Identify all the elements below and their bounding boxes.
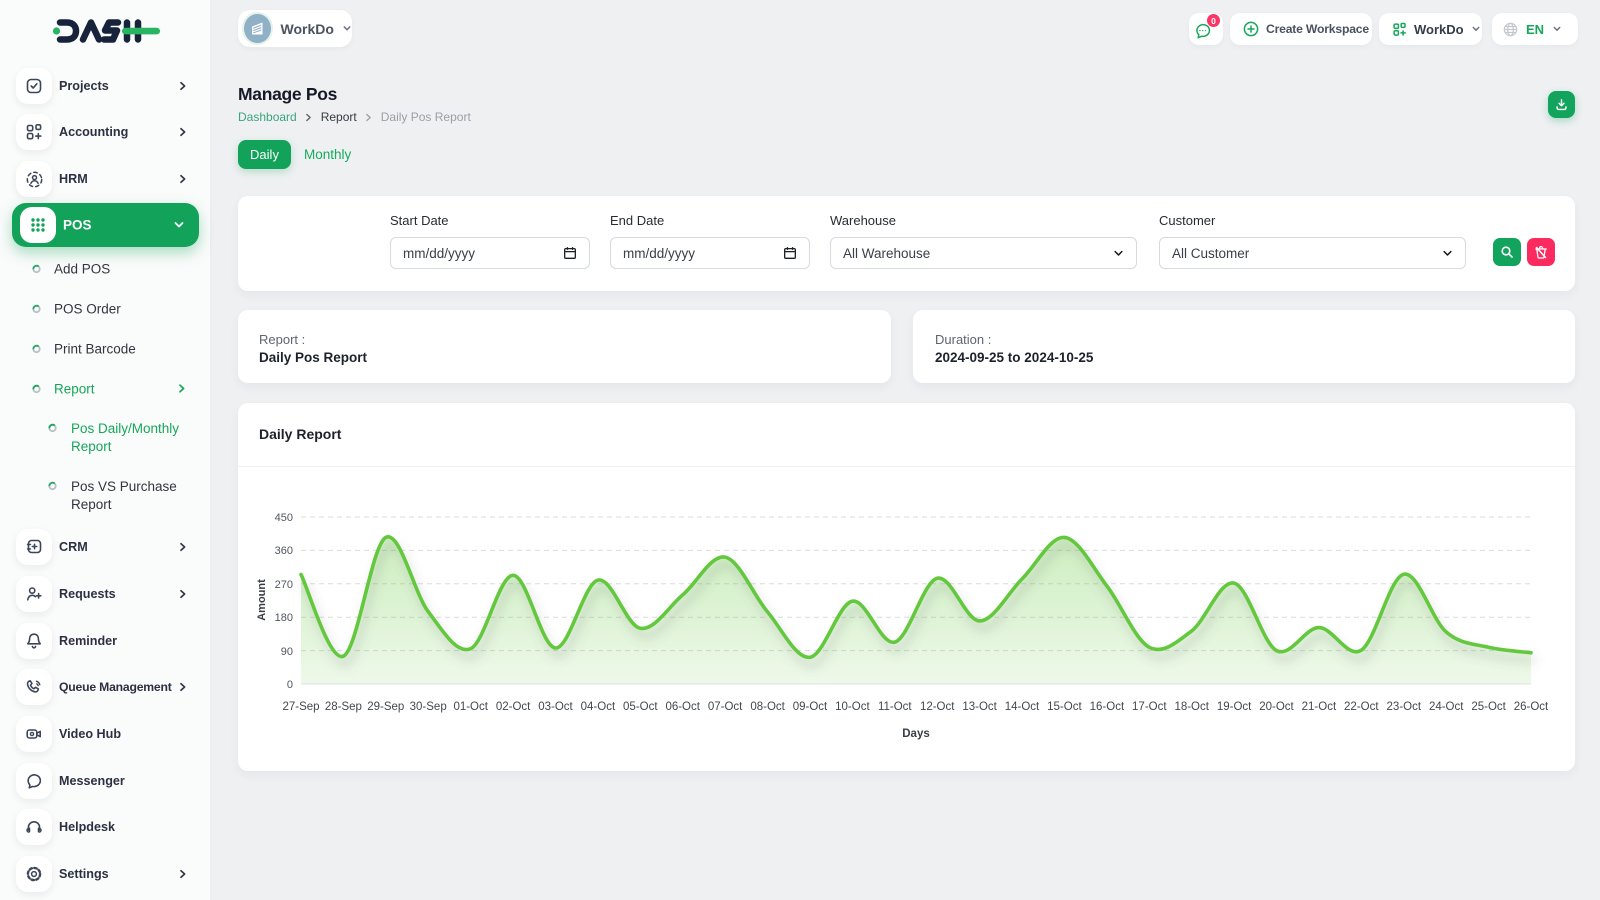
svg-text:14-Oct: 14-Oct xyxy=(1005,701,1040,713)
svg-text:26-Oct: 26-Oct xyxy=(1514,701,1549,713)
svg-text:24-Oct: 24-Oct xyxy=(1429,701,1464,713)
svg-text:03-Oct: 03-Oct xyxy=(538,701,573,713)
svg-text:27-Sep: 27-Sep xyxy=(282,701,319,713)
svg-text:17-Oct: 17-Oct xyxy=(1132,701,1167,713)
svg-text:23-Oct: 23-Oct xyxy=(1387,701,1422,713)
svg-text:11-Oct: 11-Oct xyxy=(878,701,912,713)
svg-text:13-Oct: 13-Oct xyxy=(962,701,997,713)
svg-text:05-Oct: 05-Oct xyxy=(623,701,658,713)
svg-text:Days: Days xyxy=(902,728,930,740)
svg-text:30-Sep: 30-Sep xyxy=(410,701,447,713)
svg-text:270: 270 xyxy=(275,579,293,591)
svg-text:28-Sep: 28-Sep xyxy=(325,701,362,713)
svg-text:21-Oct: 21-Oct xyxy=(1302,701,1337,713)
svg-text:0: 0 xyxy=(287,679,293,691)
svg-text:09-Oct: 09-Oct xyxy=(793,701,828,713)
svg-text:180: 180 xyxy=(275,612,293,624)
svg-text:01-Oct: 01-Oct xyxy=(453,701,488,713)
svg-text:06-Oct: 06-Oct xyxy=(665,701,700,713)
svg-text:Amount: Amount xyxy=(256,579,268,621)
svg-text:02-Oct: 02-Oct xyxy=(496,701,531,713)
svg-text:16-Oct: 16-Oct xyxy=(1090,701,1125,713)
svg-text:18-Oct: 18-Oct xyxy=(1174,701,1209,713)
svg-text:19-Oct: 19-Oct xyxy=(1217,701,1252,713)
svg-text:360: 360 xyxy=(275,545,293,557)
svg-text:12-Oct: 12-Oct xyxy=(920,701,955,713)
svg-text:29-Sep: 29-Sep xyxy=(367,701,404,713)
svg-text:25-Oct: 25-Oct xyxy=(1471,701,1506,713)
svg-text:15-Oct: 15-Oct xyxy=(1047,701,1082,713)
svg-text:10-Oct: 10-Oct xyxy=(835,701,870,713)
svg-text:04-Oct: 04-Oct xyxy=(581,701,616,713)
svg-text:07-Oct: 07-Oct xyxy=(708,701,743,713)
svg-text:08-Oct: 08-Oct xyxy=(750,701,785,713)
svg-text:22-Oct: 22-Oct xyxy=(1344,701,1379,713)
svg-text:450: 450 xyxy=(275,512,293,524)
svg-text:20-Oct: 20-Oct xyxy=(1259,701,1294,713)
svg-text:90: 90 xyxy=(281,646,293,658)
